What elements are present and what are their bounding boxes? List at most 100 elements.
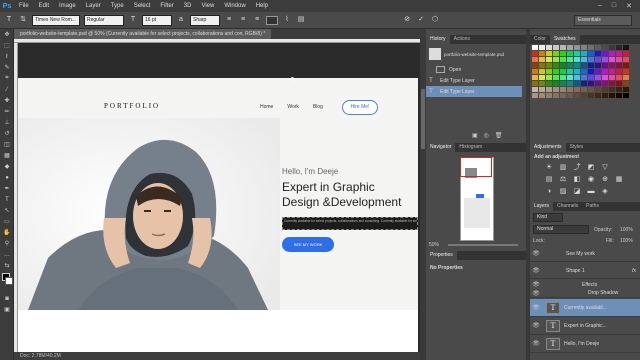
brightness-icon[interactable]: ☀ (544, 163, 554, 172)
history-item[interactable]: Open (426, 64, 522, 75)
tab-paths[interactable]: Paths (582, 202, 603, 211)
menu-layer[interactable]: Layer (81, 3, 106, 9)
swatch[interactable] (567, 75, 573, 80)
text-color-swatch[interactable] (266, 15, 278, 25)
document-tab[interactable]: portfolio-website-template.psd @ 50% (Cu… (14, 29, 272, 39)
swatch[interactable] (595, 81, 601, 86)
swatch[interactable] (539, 69, 545, 74)
layer-row[interactable]: 👁 T Expert in Graphic... (530, 317, 640, 335)
brush-tool-icon[interactable]: ✏ (0, 106, 14, 117)
swatch[interactable] (588, 87, 594, 92)
tab-channels[interactable]: Channels (553, 202, 582, 211)
crop-tool-icon[interactable]: ⌗ (0, 73, 14, 84)
eye-icon[interactable]: 👁 (530, 304, 542, 311)
swatch[interactable] (546, 87, 552, 92)
swatch[interactable] (588, 51, 594, 56)
swatch[interactable] (581, 75, 587, 80)
color-lookup-icon[interactable]: ▦ (614, 175, 624, 184)
shape-tool-icon[interactable]: ▭ (0, 216, 14, 227)
swatch[interactable] (581, 87, 587, 92)
swatch[interactable] (532, 75, 538, 80)
swatch[interactable] (567, 63, 573, 68)
swatch[interactable] (539, 81, 545, 86)
swatch[interactable] (574, 45, 580, 50)
navigator-viewbox[interactable] (460, 157, 492, 177)
color-picker[interactable] (0, 271, 13, 293)
see-my-work-button[interactable]: SEE MY WORK (282, 237, 334, 252)
swatch[interactable] (574, 93, 580, 98)
swatch[interactable] (595, 93, 601, 98)
swatch[interactable] (560, 75, 566, 80)
swatch[interactable] (609, 81, 615, 86)
text-selection[interactable]: Currently available for select projects,… (282, 217, 418, 230)
snapshot-icon[interactable]: ◎ (484, 132, 489, 139)
effects-row[interactable]: 👁 Effects (530, 280, 640, 289)
swatch[interactable] (609, 93, 615, 98)
swatch[interactable] (602, 45, 608, 50)
menu-edit[interactable]: Edit (34, 3, 54, 9)
menu-file[interactable]: File (14, 3, 34, 9)
swatch[interactable] (574, 69, 580, 74)
character-panel-icon[interactable]: ▤ (296, 15, 306, 25)
swatch[interactable] (581, 45, 587, 50)
swatch[interactable] (588, 63, 594, 68)
tab-styles[interactable]: Styles (566, 143, 588, 152)
swatch[interactable] (616, 63, 622, 68)
layer-row[interactable]: 👁 Shape 1 fx (530, 263, 640, 279)
swatch[interactable] (623, 45, 629, 50)
swatch[interactable] (609, 69, 615, 74)
eye-icon[interactable]: 👁 (530, 250, 542, 257)
swatch[interactable] (546, 51, 552, 56)
navigator-zoom[interactable]: 50% (429, 242, 439, 248)
swatch[interactable] (567, 57, 573, 62)
layer-filter-kind[interactable]: Kind (533, 213, 563, 222)
swatch[interactable] (574, 63, 580, 68)
swatch[interactable] (588, 45, 594, 50)
swatch[interactable] (588, 75, 594, 80)
color-swap-icon[interactable]: ⇆ (0, 260, 14, 271)
swatch[interactable] (553, 75, 559, 80)
cancel-icon[interactable]: ⊘ (402, 15, 412, 25)
swatch[interactable] (553, 93, 559, 98)
selective-color-icon[interactable]: ◈ (600, 187, 610, 196)
menu-3d[interactable]: 3D (179, 3, 197, 9)
swatch[interactable] (539, 93, 545, 98)
tab-navigator[interactable]: Navigator (426, 143, 456, 152)
swatch[interactable] (609, 87, 615, 92)
swatch[interactable] (532, 81, 538, 86)
trash-icon[interactable]: 🗑 (495, 132, 503, 139)
swatch[interactable] (560, 93, 566, 98)
swatch[interactable] (553, 51, 559, 56)
swatch[interactable] (546, 93, 552, 98)
swatch[interactable] (560, 57, 566, 62)
swatch[interactable] (602, 75, 608, 80)
tab-color[interactable]: Color (530, 35, 550, 44)
swatch[interactable] (623, 81, 629, 86)
nav-home[interactable]: Home (260, 104, 273, 110)
swatch[interactable] (588, 81, 594, 86)
font-style-select[interactable]: Regular (84, 14, 124, 26)
swatch[interactable] (539, 75, 545, 80)
swatch[interactable] (595, 51, 601, 56)
swatch[interactable] (602, 93, 608, 98)
swatch[interactable] (602, 87, 608, 92)
nav-blog[interactable]: Blog (313, 104, 323, 110)
swatch[interactable] (623, 63, 629, 68)
layer-row-selected[interactable]: 👁 T Currently availabl... (530, 299, 640, 317)
swatch[interactable] (616, 87, 622, 92)
fill-value[interactable]: 100% (620, 238, 633, 244)
swatch[interactable] (609, 75, 615, 80)
gradient-map-icon[interactable]: ▬ (586, 187, 596, 196)
swatch[interactable] (560, 87, 566, 92)
threshold-icon[interactable]: ◪ (572, 187, 582, 196)
swatch[interactable] (553, 69, 559, 74)
effect-row[interactable]: 👁 Drop Shadow (530, 289, 640, 298)
screen-mode-icon[interactable]: ▣ (0, 304, 14, 315)
hire-me-button[interactable]: Hire Me! (342, 100, 378, 115)
posterize-icon[interactable]: ▨ (558, 187, 568, 196)
eraser-icon[interactable]: ◫ (0, 139, 14, 150)
swatch[interactable] (532, 45, 538, 50)
history-snapshot[interactable]: portfolio-website-template.psd (426, 45, 522, 63)
swatch[interactable] (539, 63, 545, 68)
quick-mask-icon[interactable]: ◙ (0, 293, 14, 304)
